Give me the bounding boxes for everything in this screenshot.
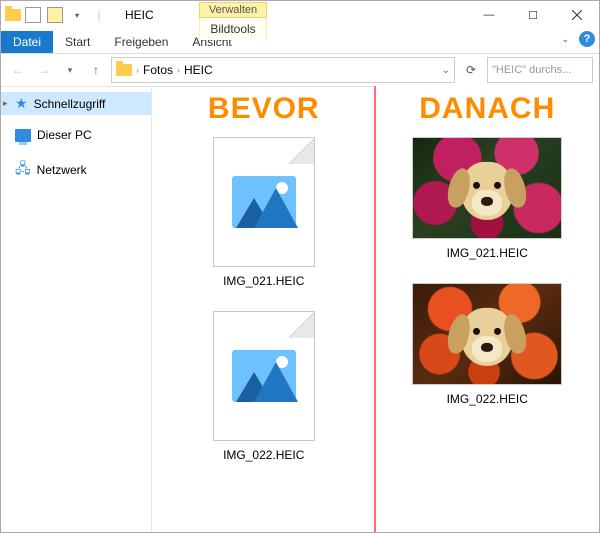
address-bar[interactable]: › Fotos › HEIC ⌄ xyxy=(111,57,455,83)
minimize-button[interactable]: — xyxy=(467,1,511,29)
navpane-label: Schnellzugriff xyxy=(34,97,106,111)
star-icon: ★ xyxy=(15,95,28,112)
close-button[interactable] xyxy=(555,1,599,29)
file-item[interactable]: IMG_021.HEIC xyxy=(200,138,328,288)
navpane-this-pc[interactable]: Dieser PC xyxy=(1,125,151,145)
before-header: BEVOR xyxy=(208,92,320,126)
ribbon-tabs: Datei Start Freigeben Ansicht Verwalten … xyxy=(1,29,599,54)
file-item[interactable]: IMG_022.HEIC xyxy=(412,284,562,406)
navpane-quick-access[interactable]: ▸ ★ Schnellzugriff xyxy=(1,92,151,115)
help-icon[interactable]: ? xyxy=(579,31,595,47)
window-title: HEIC xyxy=(125,8,154,22)
image-thumbnail xyxy=(412,138,562,238)
title-bar: ▾ | HEIC — ☐ xyxy=(1,1,599,29)
file-name: IMG_022.HEIC xyxy=(447,392,528,406)
explorer-body: ▸ ★ Schnellzugriff Dieser PC 🖧 Netzwerk … xyxy=(1,86,599,532)
navpane-label: Netzwerk xyxy=(37,163,87,177)
maximize-button[interactable]: ☐ xyxy=(511,1,555,29)
forward-button[interactable]: → xyxy=(33,59,55,81)
navpane-label: Dieser PC xyxy=(37,128,92,142)
file-item[interactable]: IMG_021.HEIC xyxy=(412,138,562,260)
search-input[interactable] xyxy=(487,57,593,83)
ribbon-collapse-icon[interactable]: ⌄ xyxy=(561,34,569,45)
after-header: DANACH xyxy=(419,92,555,126)
image-thumbnail xyxy=(412,284,562,384)
before-column: BEVOR IMG_021.HEIC xyxy=(152,86,376,532)
file-name: IMG_022.HEIC xyxy=(223,448,304,462)
contextual-header: Verwalten xyxy=(199,2,267,18)
quick-access-toolbar: ▾ | xyxy=(1,5,113,25)
file-tab[interactable]: Datei xyxy=(1,31,53,53)
qat-item[interactable] xyxy=(45,5,65,25)
file-item[interactable]: IMG_022.HEIC xyxy=(200,312,328,462)
contextual-tab-group: Verwalten Bildtools xyxy=(199,2,267,40)
pc-icon xyxy=(15,129,31,142)
tab-share[interactable]: Freigeben xyxy=(102,31,180,53)
chevron-right-icon: › xyxy=(177,65,180,75)
file-name: IMG_021.HEIC xyxy=(223,274,304,288)
chevron-right-icon: › xyxy=(136,65,139,75)
navigation-bar: ← → ▾ ↑ › Fotos › HEIC ⌄ ⟳ xyxy=(1,54,599,87)
window-controls: — ☐ xyxy=(467,1,599,29)
qat-overflow[interactable]: ▾ xyxy=(67,5,87,25)
back-button[interactable]: ← xyxy=(7,59,29,81)
navigation-pane: ▸ ★ Schnellzugriff Dieser PC 🖧 Netzwerk xyxy=(1,86,152,532)
folder-icon xyxy=(116,64,132,76)
refresh-button[interactable]: ⟳ xyxy=(459,58,483,82)
address-dropdown-icon[interactable]: ⌄ xyxy=(442,65,450,76)
generic-file-thumbnail xyxy=(200,138,328,266)
generic-file-thumbnail xyxy=(200,312,328,440)
navpane-network[interactable]: 🖧 Netzwerk xyxy=(1,155,151,185)
tab-start[interactable]: Start xyxy=(53,31,102,53)
qat-divider: | xyxy=(89,5,109,25)
network-icon: 🖧 xyxy=(15,158,31,182)
up-button[interactable]: ↑ xyxy=(85,59,107,81)
content-pane: BEVOR IMG_021.HEIC xyxy=(152,86,599,532)
recent-locations[interactable]: ▾ xyxy=(59,59,81,81)
after-column: DANACH IMG_021.HEIC xyxy=(376,86,600,532)
breadcrumb-segment[interactable]: HEIC xyxy=(184,63,213,77)
qat-item[interactable] xyxy=(23,5,43,25)
file-name: IMG_021.HEIC xyxy=(447,246,528,260)
explorer-window: ▾ | HEIC — ☐ Datei Start Freigeben Ansic… xyxy=(0,0,600,533)
contextual-tab[interactable]: Bildtools xyxy=(199,18,267,40)
expand-icon[interactable]: ▸ xyxy=(3,98,8,109)
breadcrumb-segment[interactable]: Fotos xyxy=(143,63,173,77)
folder-icon xyxy=(5,9,21,21)
